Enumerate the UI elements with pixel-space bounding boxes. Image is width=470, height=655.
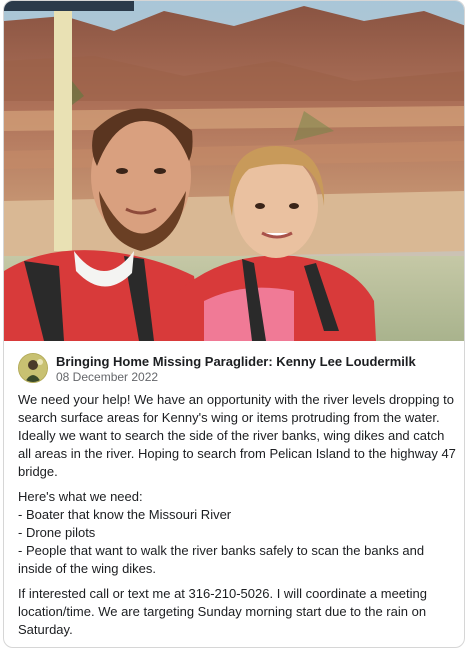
post-card: Bringing Home Missing Paraglider: Kenny … xyxy=(3,0,465,648)
post-body: We need your help! We have an opportunit… xyxy=(18,391,456,646)
photo-image xyxy=(4,1,464,341)
needs-list: Here's what we need: - Boater that know … xyxy=(18,488,456,578)
post-paragraph: We need your help! We have an opportunit… xyxy=(18,392,456,479)
needs-heading: Here's what we need: xyxy=(18,489,143,504)
list-item: - Drone pilots xyxy=(18,525,96,540)
list-item: - People that want to walk the river ban… xyxy=(18,543,425,576)
post-date[interactable]: 08 December 2022 xyxy=(56,370,158,384)
author-name[interactable]: Bringing Home Missing Paraglider: Kenny … xyxy=(56,354,416,369)
post-paragraph: If interested call or text me at 316-210… xyxy=(18,586,427,637)
avatar-photo-icon xyxy=(19,354,47,382)
list-item: - Boater that know the Missouri River xyxy=(18,507,232,522)
post-photo[interactable] xyxy=(4,1,464,341)
avatar[interactable] xyxy=(18,353,48,383)
post-header: Bringing Home Missing Paraglider: Kenny … xyxy=(18,353,454,387)
